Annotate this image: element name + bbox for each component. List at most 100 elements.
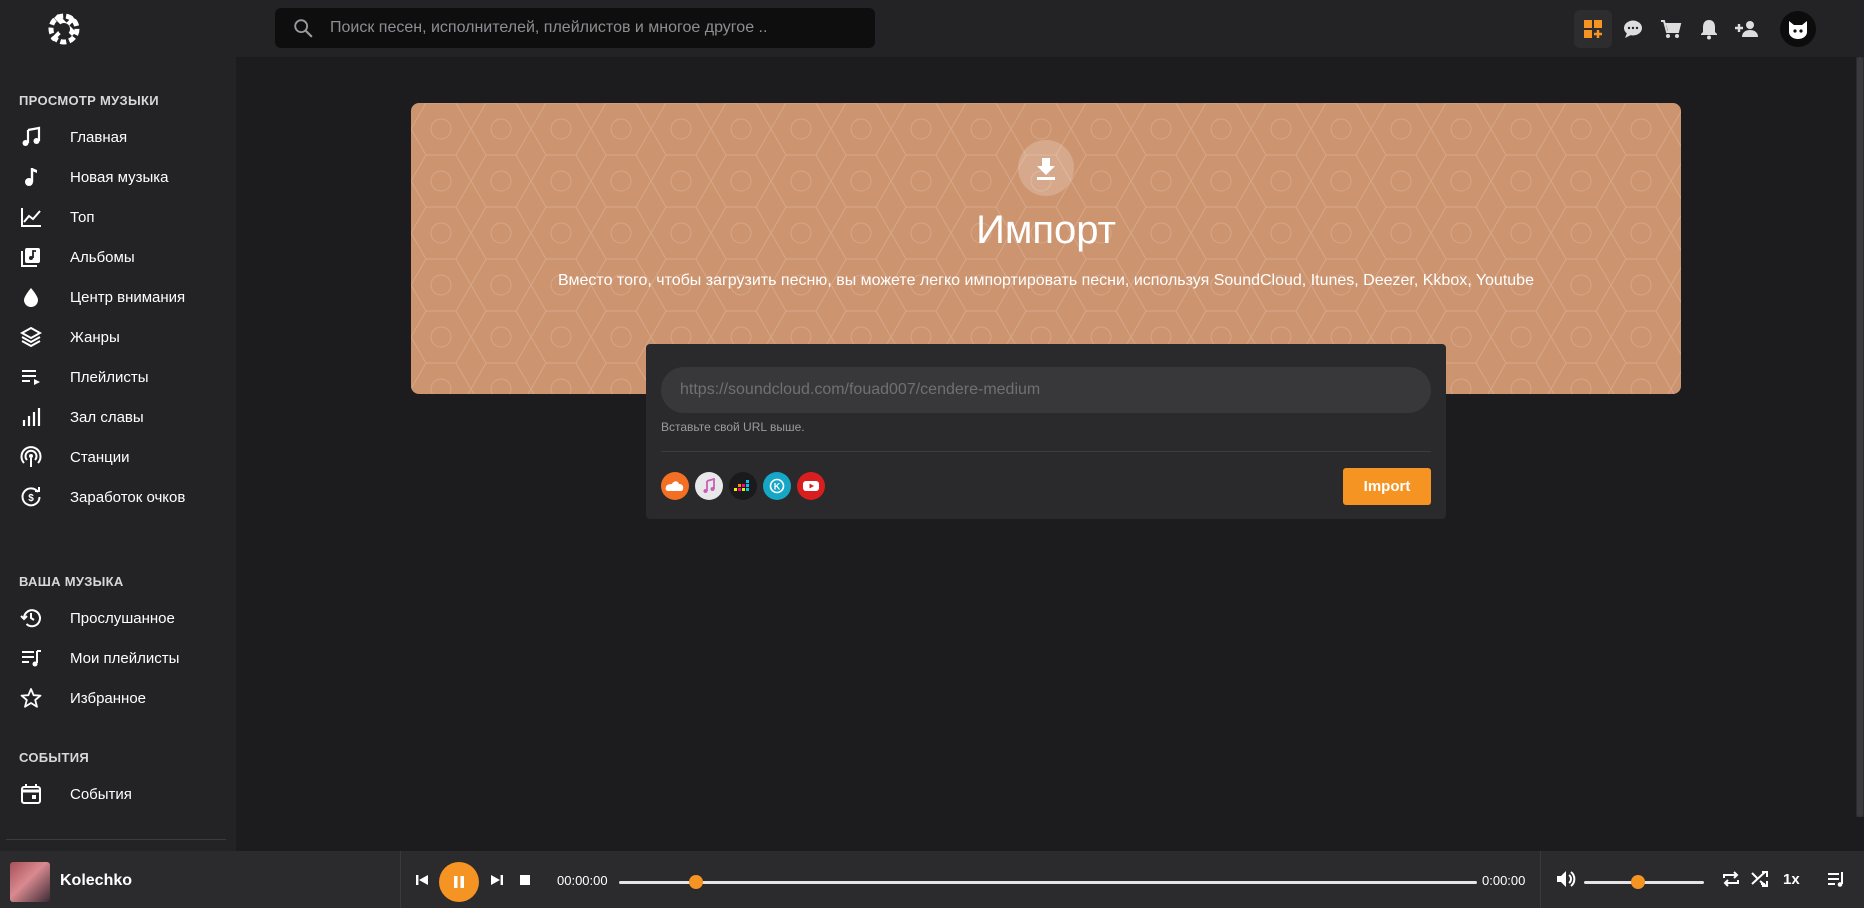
url-input[interactable] <box>661 367 1431 413</box>
sidebar-item-top[interactable]: Топ <box>0 197 236 237</box>
calendar-icon <box>21 784 41 804</box>
chat-icon <box>1624 20 1642 38</box>
section-title-events: СОБЫТИЯ <box>19 750 89 765</box>
card-divider <box>661 451 1431 452</box>
section-title-your-music: ВАША МУЗЫКА <box>19 574 124 589</box>
radio-icon <box>20 446 42 467</box>
svg-text:K: K <box>774 482 781 492</box>
import-card: Вставьте свой URL выше. K Import <box>646 344 1446 519</box>
upload-grid-button[interactable] <box>1574 9 1612 48</box>
next-button[interactable] <box>487 870 507 890</box>
download-badge <box>1018 140 1074 196</box>
player-divider <box>400 851 401 908</box>
sidebar-item-playlists[interactable]: Плейлисты <box>0 357 236 397</box>
sidebar-item-earn-points[interactable]: $ Заработок очков <box>0 477 236 517</box>
cart-button[interactable] <box>1652 10 1690 48</box>
section-title-browse: ПРОСМОТР МУЗЫКИ <box>19 93 159 108</box>
notifications-button[interactable] <box>1690 10 1728 48</box>
sidebar-item-spotlight[interactable]: Центр внимания <box>0 277 236 317</box>
itunes-icon[interactable] <box>695 472 723 500</box>
pause-button[interactable] <box>439 862 479 902</box>
sidebar-item-label: Мои плейлисты <box>70 649 180 667</box>
app-root: ПРОСМОТР МУЗЫКИ Главная Новая музыка Топ… <box>0 0 1864 908</box>
player-divider <box>1540 851 1541 908</box>
shuffle-button[interactable] <box>1749 868 1771 890</box>
logo-icon[interactable] <box>44 10 84 48</box>
sidebar-item-label: Альбомы <box>70 248 135 266</box>
sidebar-item-label: Жанры <box>70 328 120 346</box>
bar-chart-icon <box>22 408 41 426</box>
queue-button[interactable] <box>1825 868 1847 890</box>
deezer-icon[interactable] <box>729 472 757 500</box>
sidebar-item-history[interactable]: Прослушанное <box>0 598 236 638</box>
skip-previous-icon <box>416 875 428 885</box>
sidebar-item-label: Станции <box>70 448 130 466</box>
kkbox-icon[interactable]: K <box>763 472 791 500</box>
chat-button[interactable] <box>1614 10 1652 48</box>
repeat-icon <box>1723 871 1739 887</box>
drop-icon <box>24 288 38 307</box>
svg-text:$: $ <box>28 493 34 504</box>
sidebar-item-new-music[interactable]: Новая музыка <box>0 157 236 197</box>
grid-add-icon <box>1584 19 1602 38</box>
sidebar: ПРОСМОТР МУЗЫКИ Главная Новая музыка Топ… <box>0 57 236 851</box>
sidebar-item-hall-of-fame[interactable]: Зал славы <box>0 397 236 437</box>
import-button[interactable]: Import <box>1343 468 1431 505</box>
volume-icon <box>1557 871 1576 887</box>
volume-knob[interactable] <box>1631 875 1645 889</box>
volume-button[interactable] <box>1554 867 1578 891</box>
progress-knob[interactable] <box>689 875 704 889</box>
add-friend-button[interactable] <box>1728 10 1766 48</box>
sidebar-item-favorites[interactable]: Избранное <box>0 678 236 718</box>
previous-button[interactable] <box>412 870 432 890</box>
url-hint: Вставьте свой URL выше. <box>661 420 805 434</box>
sidebar-item-events[interactable]: События <box>0 774 236 814</box>
sidebar-item-label: Избранное <box>70 689 147 707</box>
scrollbar-thumb[interactable] <box>1857 57 1863 817</box>
soundcloud-icon[interactable] <box>661 472 689 500</box>
skip-next-icon <box>491 875 503 885</box>
duration-time: 0:00:00 <box>1482 873 1526 888</box>
youtube-icon[interactable] <box>797 472 825 500</box>
sidebar-item-genres[interactable]: Жанры <box>0 317 236 357</box>
avatar-cat-icon <box>1789 20 1807 39</box>
my-playlist-icon <box>22 650 41 667</box>
user-avatar[interactable] <box>1780 10 1816 47</box>
sidebar-item-label: Прослушанное <box>70 609 175 627</box>
sidebar-item-label: Плейлисты <box>70 368 149 386</box>
repeat-button[interactable] <box>1720 868 1742 890</box>
star-icon <box>20 688 42 708</box>
search-icon <box>294 19 313 38</box>
progress-bar[interactable] <box>619 875 1477 889</box>
sidebar-item-my-playlists[interactable]: Мои плейлисты <box>0 638 236 678</box>
stop-button[interactable] <box>515 870 535 890</box>
sidebar-item-albums[interactable]: Альбомы <box>0 237 236 277</box>
stop-icon <box>520 875 530 885</box>
main-scrollbar[interactable] <box>1856 57 1864 817</box>
sidebar-divider <box>6 839 226 840</box>
download-icon <box>1037 158 1055 180</box>
header-actions <box>1574 0 1864 57</box>
music-note-icon <box>22 126 41 146</box>
service-icons: K <box>661 472 831 500</box>
sidebar-item-label: Центр внимания <box>70 288 186 306</box>
speed-button[interactable]: 1x <box>1783 871 1800 888</box>
sidebar-item-label: Заработок очков <box>70 488 186 506</box>
pause-icon <box>454 876 464 888</box>
track-name[interactable]: Kolechko <box>60 872 132 890</box>
queue-icon <box>1828 872 1843 887</box>
sidebar-item-stations[interactable]: Станции <box>0 437 236 477</box>
track-artwork[interactable] <box>10 862 50 902</box>
sidebar-item-label: События <box>70 785 132 803</box>
single-note-icon <box>25 168 37 186</box>
search-input[interactable] <box>330 19 850 37</box>
logo-area <box>0 0 236 57</box>
add-user-icon <box>1735 20 1758 37</box>
player-bar: Kolechko 00:00:00 0:00:00 1x <box>0 851 1864 908</box>
sidebar-item-home[interactable]: Главная <box>0 117 236 157</box>
bell-icon <box>1701 19 1717 39</box>
dollar-cycle-icon: $ <box>21 487 41 507</box>
volume-slider[interactable] <box>1584 875 1704 889</box>
search-bar[interactable] <box>275 8 875 48</box>
sidebar-item-label: Новая музыка <box>70 168 169 186</box>
